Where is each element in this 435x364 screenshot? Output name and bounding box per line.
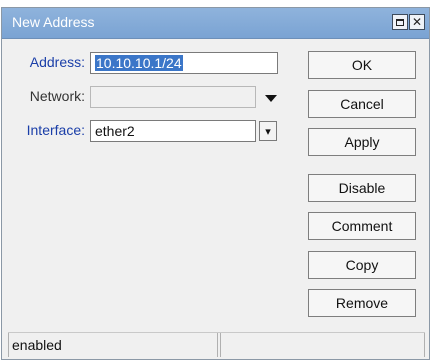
copy-button[interactable]: Copy: [308, 251, 416, 279]
interface-dropdown-button[interactable]: ▾: [259, 121, 277, 141]
status-extra: [220, 333, 425, 357]
address-input[interactable]: 10.10.10.1/24: [90, 52, 278, 74]
status-enabled: enabled: [8, 333, 218, 357]
network-label: Network:: [29, 88, 85, 104]
interface-select[interactable]: ether2: [90, 120, 256, 142]
interface-label: Interface:: [26, 122, 85, 138]
network-input[interactable]: [90, 86, 256, 108]
cancel-button[interactable]: Cancel: [308, 90, 416, 118]
title-bar[interactable]: New Address ✕: [2, 8, 429, 39]
interface-select-value: ether2: [95, 123, 135, 139]
new-address-dialog: New Address ✕ Address: 10.10.10.1/24 Net…: [1, 7, 430, 360]
dropdown-arrow-icon: ▾: [265, 125, 271, 138]
comment-button[interactable]: Comment: [308, 212, 416, 240]
address-input-value: 10.10.10.1/24: [95, 55, 183, 71]
address-label: Address:: [29, 54, 85, 70]
network-dropdown-arrow-icon[interactable]: [265, 95, 277, 102]
maximize-icon[interactable]: [392, 14, 408, 30]
disable-button[interactable]: Disable: [308, 174, 416, 202]
status-bar: enabled: [8, 332, 425, 357]
close-icon[interactable]: ✕: [409, 14, 425, 30]
ok-button[interactable]: OK: [308, 51, 416, 79]
window-title: New Address: [12, 14, 95, 30]
apply-button[interactable]: Apply: [308, 128, 416, 156]
remove-button[interactable]: Remove: [308, 289, 416, 317]
